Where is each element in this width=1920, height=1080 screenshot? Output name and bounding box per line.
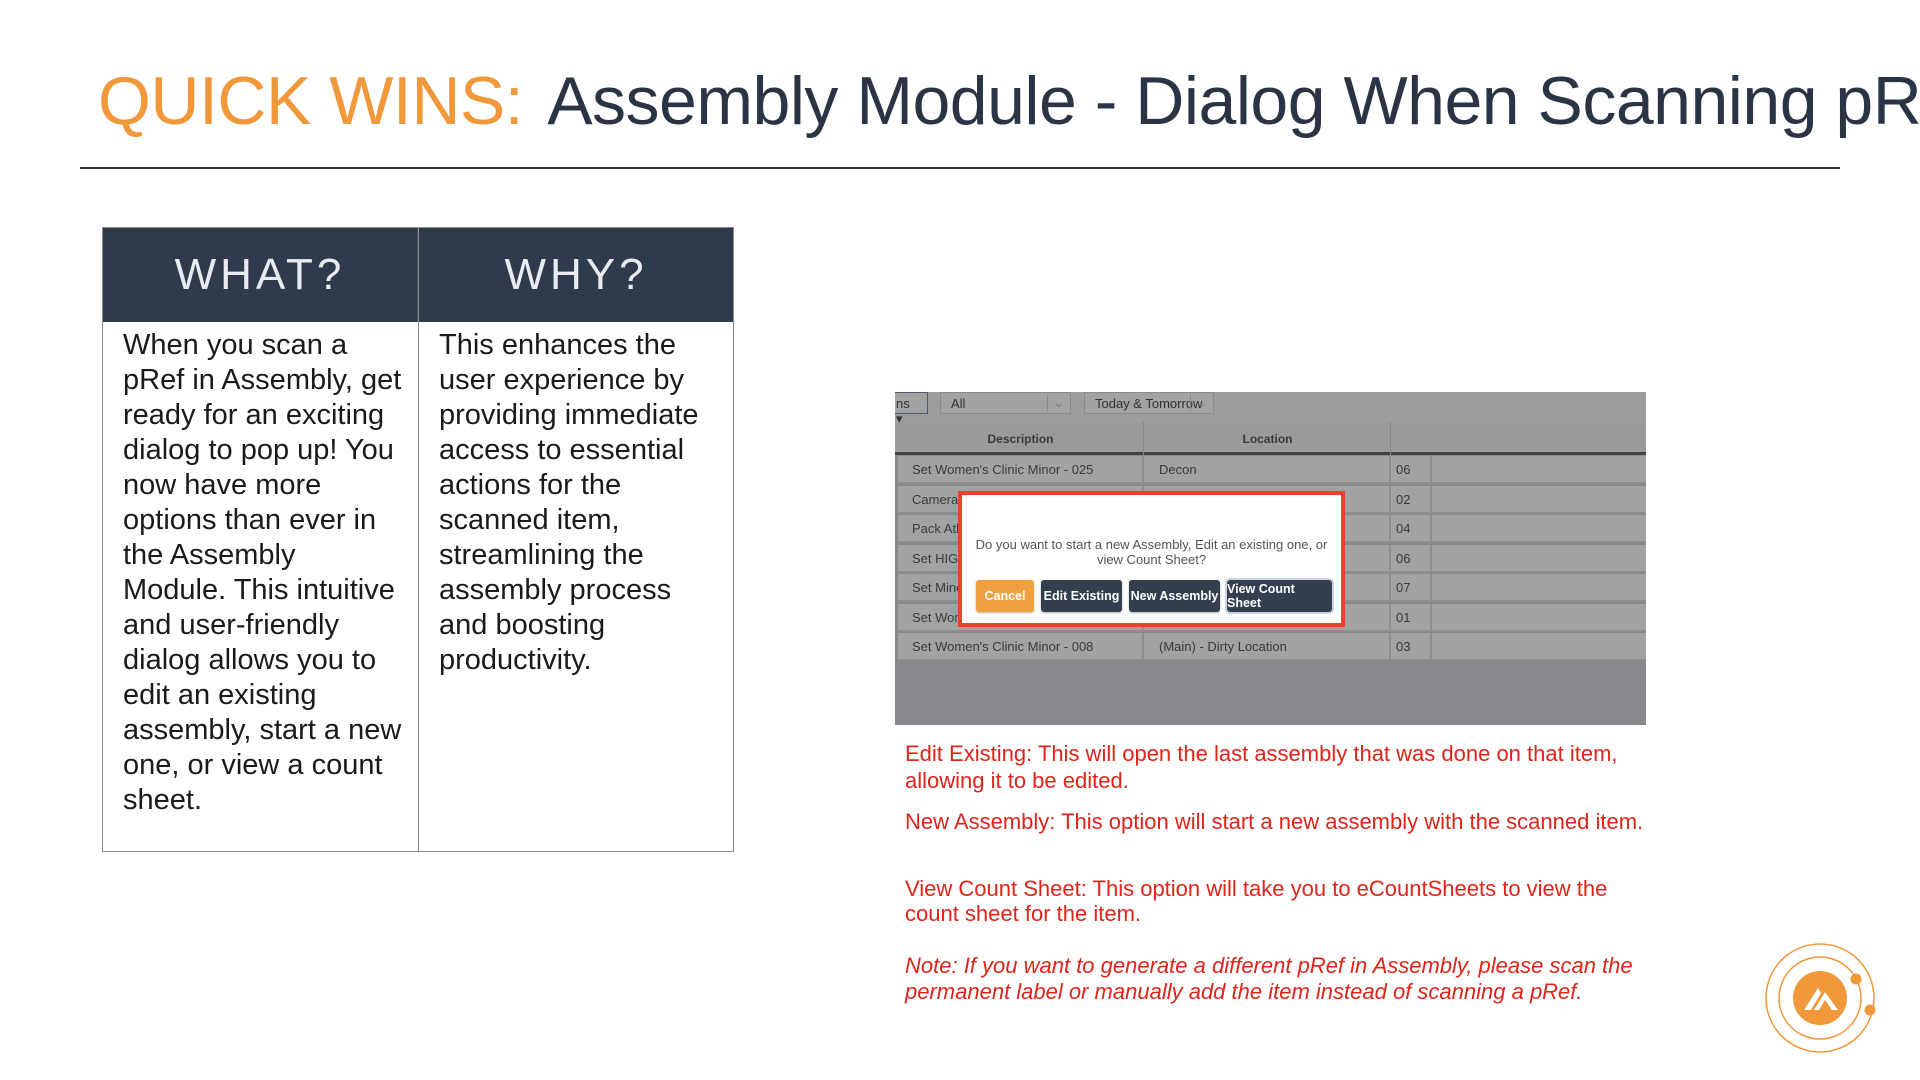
table-cell: 06: [1392, 456, 1432, 484]
cancel-button[interactable]: Cancel: [976, 580, 1034, 612]
app-screenshot: ns ▾ All ⌄ Today & Tomorrow ⌄ Description …: [895, 392, 1646, 725]
table-cell: 04: [1392, 515, 1432, 543]
note-new-assembly: New Assembly: This option will start a n…: [905, 809, 1644, 834]
table-header: Description Location: [895, 422, 1646, 455]
what-why-table: WHAT? WHY? When you scan a pRef in Assem…: [102, 227, 734, 852]
table-cell: 01: [1392, 603, 1432, 632]
title-highlight: QUICK WINS:: [98, 63, 524, 139]
chevron-down-icon: ⌄: [1047, 395, 1064, 411]
options-button[interactable]: ns ▾: [895, 392, 928, 426]
what-text: When you scan a pRef in Assembly, get re…: [123, 329, 402, 816]
note-view-count-sheet: View Count Sheet: This option will take …: [905, 876, 1608, 926]
table-cell: 07: [1392, 574, 1432, 602]
page-title: QUICK WINS: Assembly Module - Dialog When…: [98, 62, 1920, 140]
table-cell: Set Women's Clinic Minor - 025: [898, 456, 1144, 484]
toolbar: ns ▾ All ⌄ Today & Tomorrow ⌄: [895, 392, 1646, 426]
dialog-message: Do you want to start a new Assembly, Edi…: [975, 537, 1328, 567]
filter-value: Today & Tomorrow: [1095, 396, 1203, 411]
note-generate-pref: Note: If you want to generate a differen…: [905, 953, 1633, 1004]
chevron-down-icon: ⌄: [1190, 395, 1207, 411]
filter-value: All: [951, 396, 966, 411]
table-cell: Decon: [1145, 456, 1391, 484]
table-cell: 02: [1392, 485, 1432, 514]
why-text: This enhances the user experience by pro…: [439, 329, 699, 676]
note-edit-existing: Edit Existing: This will open the last a…: [905, 741, 1618, 793]
table-cell: Set Women's Clinic Minor - 008: [898, 633, 1144, 661]
table-row[interactable]: Set Women's Clinic Minor - 025 Decon 06: [898, 456, 1646, 484]
table-cell: 06: [1392, 544, 1432, 573]
header-what: WHAT?: [103, 228, 418, 322]
table-row[interactable]: Set Women's Clinic Minor - 008 (Main) - D…: [898, 633, 1646, 661]
column-location[interactable]: Location: [1145, 422, 1391, 455]
header-why: WHY?: [419, 228, 733, 322]
edit-existing-button[interactable]: Edit Existing: [1041, 580, 1122, 612]
filter-dropdown-date[interactable]: Today & Tomorrow ⌄: [1084, 392, 1214, 414]
table-cell: (Main) - Dirty Location: [1145, 633, 1391, 661]
filter-dropdown-status[interactable]: All ⌄: [940, 392, 1071, 414]
company-logo: [1765, 943, 1876, 1053]
table-cell: 03: [1392, 633, 1432, 661]
column-description[interactable]: Description: [898, 422, 1144, 455]
scan-pref-dialog: Do you want to start a new Assembly, Edi…: [958, 491, 1345, 627]
view-count-sheet-button[interactable]: View Count Sheet: [1225, 578, 1334, 614]
title-divider: [80, 167, 1840, 169]
new-assembly-button[interactable]: New Assembly: [1129, 580, 1220, 612]
title-text: Assembly Module - Dialog When Scanning p…: [547, 63, 1920, 139]
